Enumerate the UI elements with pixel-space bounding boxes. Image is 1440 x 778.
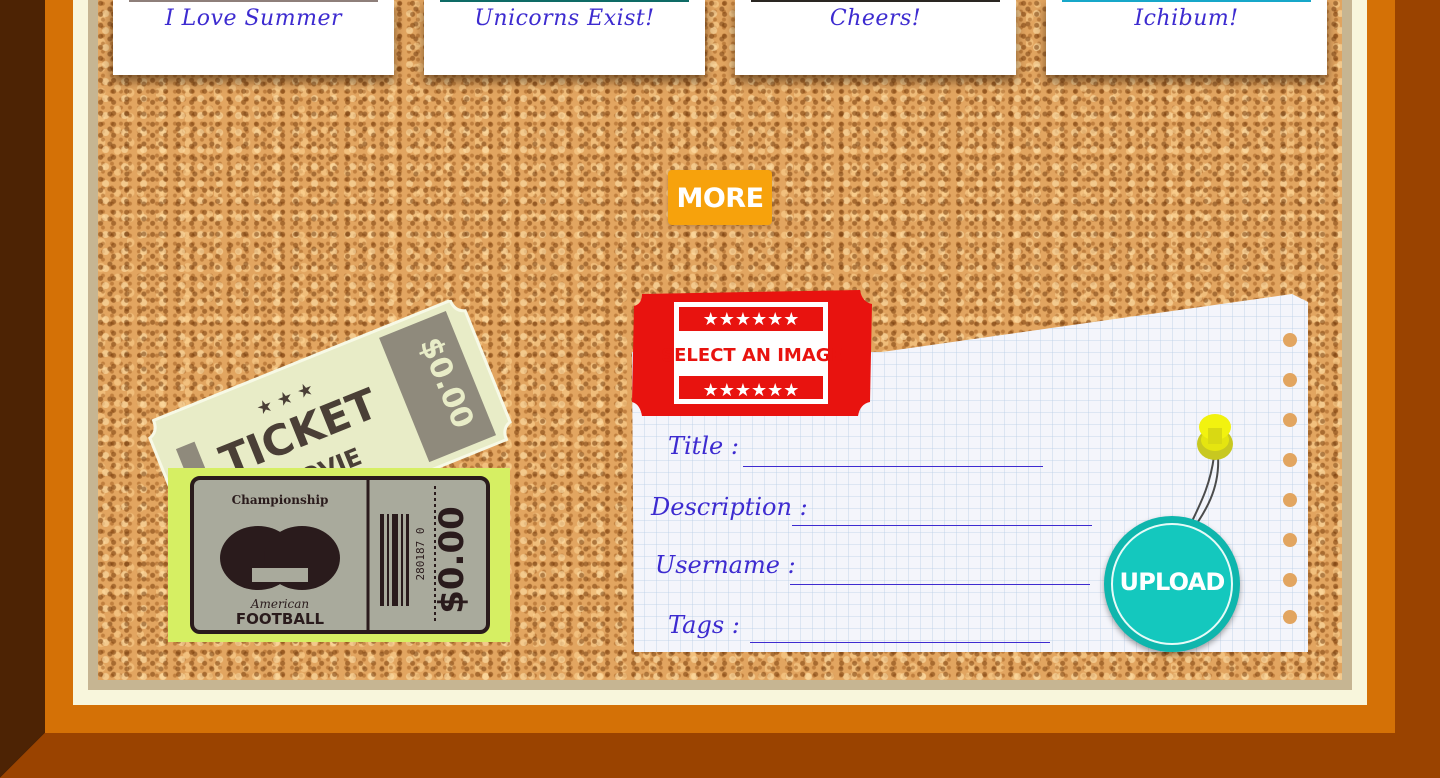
photo-card[interactable]: Cheers! xyxy=(735,0,1016,75)
photo-thumbnail[interactable] xyxy=(129,0,378,2)
football-ticket-bottom: FOOTBALL xyxy=(236,610,325,628)
tags-label: Tags : xyxy=(668,611,740,639)
photo-card-caption: Cheers! xyxy=(829,6,922,31)
football-ticket-price: $0.00 xyxy=(432,506,472,614)
photo-card-caption: I Love Summer xyxy=(165,6,342,31)
photo-thumbnail[interactable] xyxy=(440,0,689,2)
description-label: Description : xyxy=(651,493,808,521)
frame-inner-bevel xyxy=(45,705,73,733)
football-ticket-serial: 280187 0 xyxy=(414,528,427,581)
frame-left-edge xyxy=(0,0,45,778)
more-button[interactable]: MORE xyxy=(668,170,772,225)
football-ticket-illustration: Championship American FOOTBALL 280187 0 … xyxy=(168,468,510,642)
username-input[interactable] xyxy=(790,560,1090,585)
frame-right-edge xyxy=(1395,0,1440,733)
title-label: Title : xyxy=(668,432,739,460)
photo-card[interactable]: I Love Summer xyxy=(113,0,394,75)
upload-button-label: UPLOAD xyxy=(1119,568,1226,596)
upload-button[interactable]: UPLOAD xyxy=(1104,516,1240,652)
photo-card-caption: Ichibum! xyxy=(1134,6,1239,31)
football-ticket-top: Championship xyxy=(232,493,329,507)
photo-thumbnail[interactable] xyxy=(1062,0,1311,2)
photo-card[interactable]: Unicorns Exist! xyxy=(424,0,705,75)
photo-card-caption: Unicorns Exist! xyxy=(474,6,655,31)
tags-input[interactable] xyxy=(750,618,1050,643)
title-input[interactable] xyxy=(743,442,1043,467)
select-image-stars-bottom: ★★★★★★ xyxy=(703,380,800,401)
photo-thumbnail[interactable] xyxy=(751,0,1000,2)
description-input[interactable] xyxy=(792,501,1092,526)
select-image-button[interactable]: ★★★★★★ ★★★★★★ SELECT AN IMAGE xyxy=(632,290,872,420)
football-ticket-mid: American xyxy=(250,597,309,611)
frame-bevel xyxy=(0,733,45,778)
username-label: Username : xyxy=(655,551,796,579)
photo-card[interactable]: Ichibum! xyxy=(1046,0,1327,75)
select-image-label: SELECT AN IMAGE xyxy=(661,345,843,366)
select-image-stars-top: ★★★★★★ xyxy=(703,309,800,330)
